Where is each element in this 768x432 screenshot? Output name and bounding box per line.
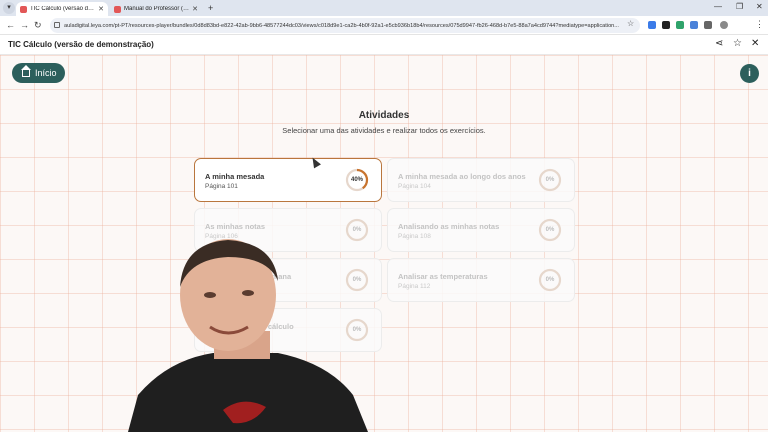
extension-icon[interactable] (676, 21, 684, 29)
tab-search-icon[interactable]: ▾ (3, 2, 15, 14)
close-icon[interactable]: ✕ (751, 39, 759, 49)
back-icon[interactable]: ← (6, 20, 15, 30)
info-icon: i (748, 68, 751, 79)
browser-menu-icon[interactable]: ⋮ (755, 19, 764, 30)
activity-page: Página 108 (398, 233, 431, 240)
close-tab-icon[interactable]: ✕ (192, 5, 198, 13)
close-tab-icon[interactable]: ✕ (98, 5, 104, 13)
home-button[interactable]: Início (12, 63, 65, 83)
new-tab-icon[interactable]: + (208, 3, 213, 13)
maximize-icon[interactable]: ❐ (736, 2, 743, 11)
browser-tab[interactable]: Manual do Professor (PDF) - Ed ✕ (110, 2, 202, 16)
extension-icon[interactable] (690, 21, 698, 29)
activity-card[interactable]: A minha mesada Página 101 40% (194, 158, 382, 202)
info-button[interactable]: i (740, 64, 759, 83)
reload-icon[interactable]: ↻ (34, 20, 42, 31)
page-title: Atividades (358, 110, 410, 121)
bookmark-star-icon[interactable]: ☆ (627, 19, 634, 28)
profile-avatar[interactable] (720, 21, 728, 29)
page-subtitle: Selecionar uma das atividades e realizar… (282, 126, 486, 135)
extension-icon[interactable] (704, 21, 712, 29)
progress-label: 0% (545, 227, 555, 233)
browser-tab-bar: ▾ TIC Cálculo (versão de demonstração) ✕… (0, 0, 768, 16)
activity-title: As minhas notas (205, 222, 266, 231)
extension-icon[interactable] (648, 21, 656, 29)
progress-label: 0% (545, 177, 555, 183)
tab-title: TIC Cálculo (versão de demonstração) (30, 6, 95, 12)
forward-icon[interactable]: → (20, 20, 29, 30)
activity-title: Analisar as temperaturas (398, 272, 488, 281)
share-icon[interactable]: ⋖ (715, 39, 723, 49)
extension-icon[interactable] (662, 21, 670, 29)
activity-page: Página 104 (398, 183, 431, 190)
site-info-icon[interactable] (54, 22, 60, 28)
favicon-icon (114, 5, 121, 13)
activity-card[interactable]: Analisar as temperaturas Página 112 0% (387, 258, 575, 302)
browser-tab-active[interactable]: TIC Cálculo (versão de demonstração) ✕ (16, 2, 108, 16)
activity-page: Página 101 (205, 183, 238, 190)
activity-title: A minha mesada ao longo dos anos (398, 172, 526, 181)
home-button-label: Início (35, 68, 57, 78)
activity-page: Página 112 (398, 283, 431, 290)
progress-label: 0% (545, 277, 555, 283)
app-header: TIC Cálculo (versão de demonstração) ⋖ ☆… (0, 35, 768, 55)
app-title: TIC Cálculo (versão de demonstração) (8, 40, 154, 49)
address-bar-row: ← → ↻ auladigital.leya.com/pt-PT/resourc… (0, 16, 768, 35)
activity-title: Analisando as minhas notas (398, 222, 500, 231)
activities-page: Início i Atividades Selecionar uma das a… (0, 55, 768, 432)
favicon-icon (20, 5, 27, 13)
webcam-overlay (128, 235, 368, 432)
favorite-star-icon[interactable]: ☆ (733, 39, 742, 49)
minimize-icon[interactable]: — (714, 2, 722, 11)
url-input[interactable]: auladigital.leya.com/pt-PT/resources-pla… (50, 18, 640, 33)
close-window-icon[interactable]: ✕ (756, 2, 763, 11)
home-icon (21, 64, 31, 77)
activity-card[interactable]: A minha mesada ao longo dos anos Página … (387, 158, 575, 202)
presenter-figure (128, 239, 368, 432)
activity-card[interactable]: Analisando as minhas notas Página 108 0% (387, 208, 575, 252)
progress-label: 40% (350, 177, 363, 183)
activity-title: A minha mesada (205, 172, 265, 181)
url-text: auladigital.leya.com/pt-PT/resources-pla… (64, 22, 619, 29)
tab-title: Manual do Professor (PDF) - Ed (124, 6, 189, 12)
